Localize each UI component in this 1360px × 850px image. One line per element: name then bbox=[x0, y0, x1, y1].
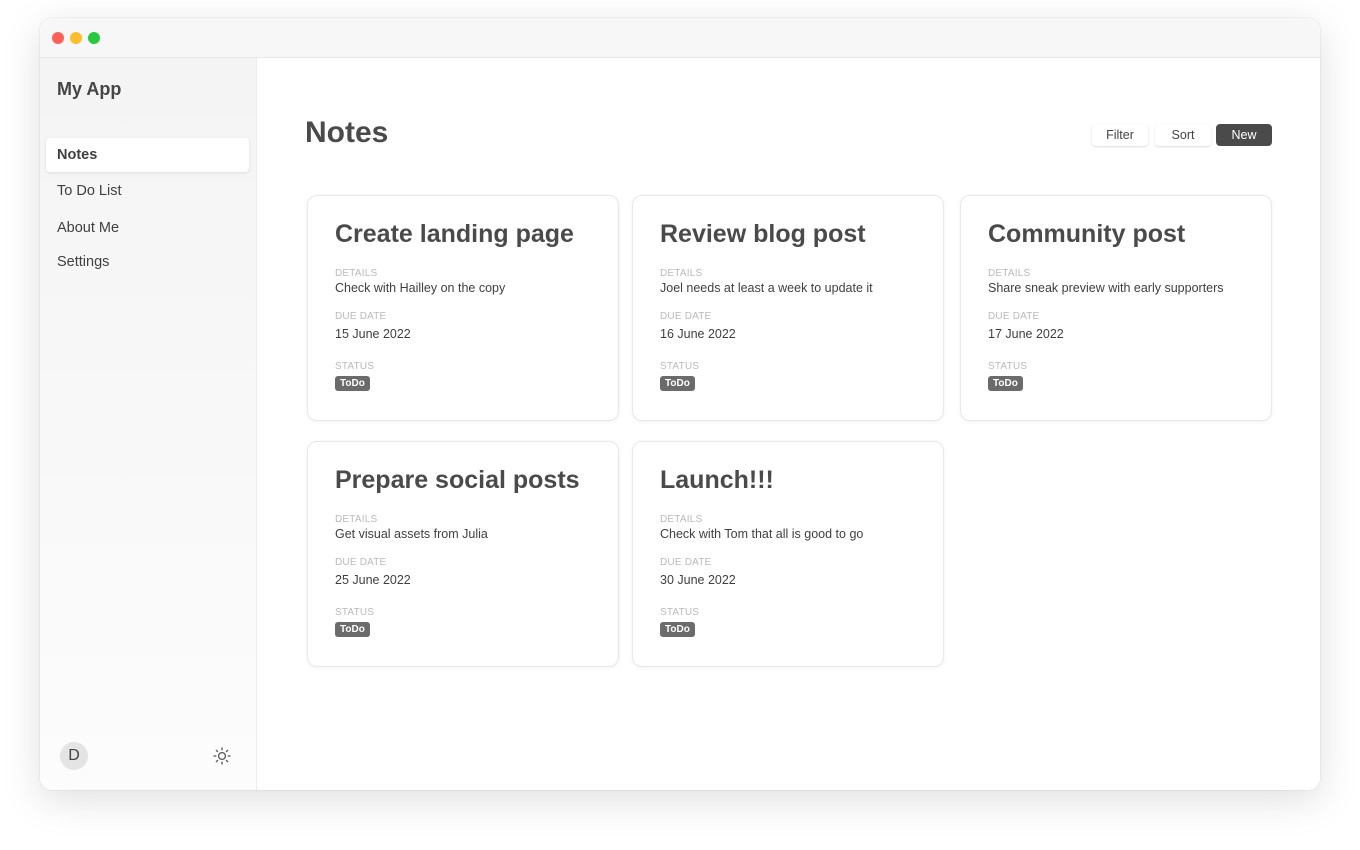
title-bar bbox=[40, 18, 1320, 58]
details-label: DETAILS bbox=[988, 268, 1031, 279]
note-due-date: 30 June 2022 bbox=[660, 573, 736, 587]
status-badge: ToDo bbox=[335, 376, 370, 391]
status-label: STATUS bbox=[335, 607, 375, 618]
avatar[interactable]: D bbox=[60, 742, 88, 770]
app-window: My App Notes To Do List About Me Setting… bbox=[40, 18, 1320, 790]
note-card[interactable]: Review blog post DETAILS Joel needs at l… bbox=[632, 195, 944, 421]
status-badge: ToDo bbox=[335, 622, 370, 637]
note-due-date: 16 June 2022 bbox=[660, 327, 736, 341]
status-badge: ToDo bbox=[988, 376, 1023, 391]
note-card[interactable]: Launch!!! DETAILS Check with Tom that al… bbox=[632, 441, 944, 667]
note-title: Community post bbox=[988, 220, 1186, 248]
note-due-date: 25 June 2022 bbox=[335, 573, 411, 587]
status-badge: ToDo bbox=[660, 622, 695, 637]
details-label: DETAILS bbox=[660, 268, 703, 279]
sidebar-item-settings[interactable]: Settings bbox=[46, 245, 249, 279]
maximize-window-button[interactable] bbox=[88, 32, 100, 44]
note-title: Launch!!! bbox=[660, 466, 774, 494]
due-date-label: DUE DATE bbox=[335, 557, 387, 568]
details-label: DETAILS bbox=[660, 514, 703, 525]
note-title: Create landing page bbox=[335, 220, 574, 248]
status-label: STATUS bbox=[660, 607, 700, 618]
note-due-date: 17 June 2022 bbox=[988, 327, 1064, 341]
app-title: My App bbox=[57, 79, 122, 99]
sidebar: My App Notes To Do List About Me Setting… bbox=[40, 58, 257, 790]
note-details: Joel needs at least a week to update it bbox=[660, 281, 873, 295]
note-title: Prepare social posts bbox=[335, 466, 580, 494]
close-window-button[interactable] bbox=[52, 32, 64, 44]
note-due-date: 15 June 2022 bbox=[335, 327, 411, 341]
sidebar-item-notes[interactable]: Notes bbox=[46, 138, 249, 172]
note-card[interactable]: Create landing page DETAILS Check with H… bbox=[307, 195, 619, 421]
note-details: Get visual assets from Julia bbox=[335, 527, 488, 541]
note-details: Check with Hailley on the copy bbox=[335, 281, 506, 295]
sidebar-item-to-do-list[interactable]: To Do List bbox=[46, 174, 249, 208]
note-title: Review blog post bbox=[660, 220, 866, 248]
note-details: Share sneak preview with early supporter… bbox=[988, 281, 1224, 295]
sidebar-item-about-me[interactable]: About Me bbox=[46, 211, 249, 245]
note-details: Check with Tom that all is good to go bbox=[660, 527, 864, 541]
sort-button[interactable]: Sort bbox=[1155, 124, 1211, 146]
details-label: DETAILS bbox=[335, 514, 378, 525]
minimize-window-button[interactable] bbox=[70, 32, 82, 44]
new-note-button[interactable]: New bbox=[1216, 124, 1272, 146]
status-badge: ToDo bbox=[660, 376, 695, 391]
main-content: Notes Filter Sort New Create landing pag… bbox=[257, 58, 1320, 790]
status-label: STATUS bbox=[335, 361, 375, 372]
sun-icon[interactable] bbox=[212, 746, 232, 766]
page-title: Notes bbox=[305, 116, 389, 149]
due-date-label: DUE DATE bbox=[660, 557, 712, 568]
details-label: DETAILS bbox=[335, 268, 378, 279]
note-card[interactable]: Community post DETAILS Share sneak previ… bbox=[960, 195, 1272, 421]
due-date-label: DUE DATE bbox=[335, 311, 387, 322]
status-label: STATUS bbox=[660, 361, 700, 372]
note-card[interactable]: Prepare social posts DETAILS Get visual … bbox=[307, 441, 619, 667]
status-label: STATUS bbox=[988, 361, 1028, 372]
filter-button[interactable]: Filter bbox=[1092, 124, 1148, 146]
due-date-label: DUE DATE bbox=[988, 311, 1040, 322]
due-date-label: DUE DATE bbox=[660, 311, 712, 322]
